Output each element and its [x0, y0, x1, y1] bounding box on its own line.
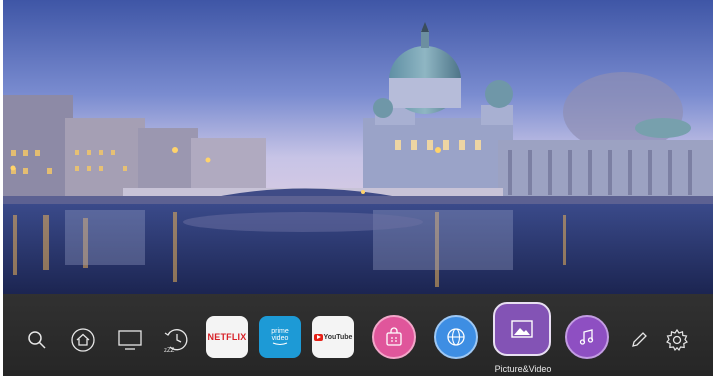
- pencil-icon: [632, 332, 647, 347]
- search-icon: [28, 331, 46, 349]
- settings-button[interactable]: [663, 326, 691, 354]
- music-note-icon: [579, 329, 594, 345]
- lg-content-store-tile[interactable]: [372, 315, 416, 359]
- music-app-tile[interactable]: [565, 315, 609, 359]
- wallpaper-image: [3, 0, 713, 296]
- gear-icon: [666, 328, 688, 352]
- sleep-timer-button[interactable]: zZZ: [162, 326, 190, 354]
- prime-smile-icon: [272, 342, 288, 345]
- search-button[interactable]: [23, 326, 51, 354]
- home-button[interactable]: [69, 326, 97, 354]
- netflix-app-tile[interactable]: NETFLIX: [206, 316, 248, 358]
- tv-screen: zZZ NETFLIX prime video YouTube Picture&…: [3, 0, 713, 376]
- input-source-button[interactable]: [116, 326, 144, 354]
- picture-video-tile[interactable]: [493, 302, 551, 356]
- prime-logo-line1: prime: [271, 328, 289, 335]
- edit-button[interactable]: [625, 326, 653, 354]
- picture-video-label: Picture&Video: [494, 364, 552, 374]
- web-browser-tile[interactable]: [434, 315, 478, 359]
- youtube-app-tile[interactable]: YouTube: [312, 316, 354, 358]
- youtube-logo-text: YouTube: [323, 333, 353, 341]
- launcher-bar: zZZ NETFLIX prime video YouTube Picture&…: [3, 294, 713, 376]
- netflix-logo-text: NETFLIX: [207, 332, 247, 342]
- sleep-timer-icon: zZZ: [164, 329, 188, 354]
- youtube-play-icon: [313, 333, 323, 341]
- prime-logo-line2: video: [271, 335, 289, 342]
- sleep-timer-caption: zZZ: [164, 348, 175, 354]
- image-icon: [511, 320, 533, 338]
- home-icon: [71, 328, 95, 352]
- store-bag-icon: [386, 327, 402, 346]
- tv-input-icon: [118, 330, 142, 350]
- globe-icon: [447, 328, 465, 346]
- prime-video-app-tile[interactable]: prime video: [259, 316, 301, 358]
